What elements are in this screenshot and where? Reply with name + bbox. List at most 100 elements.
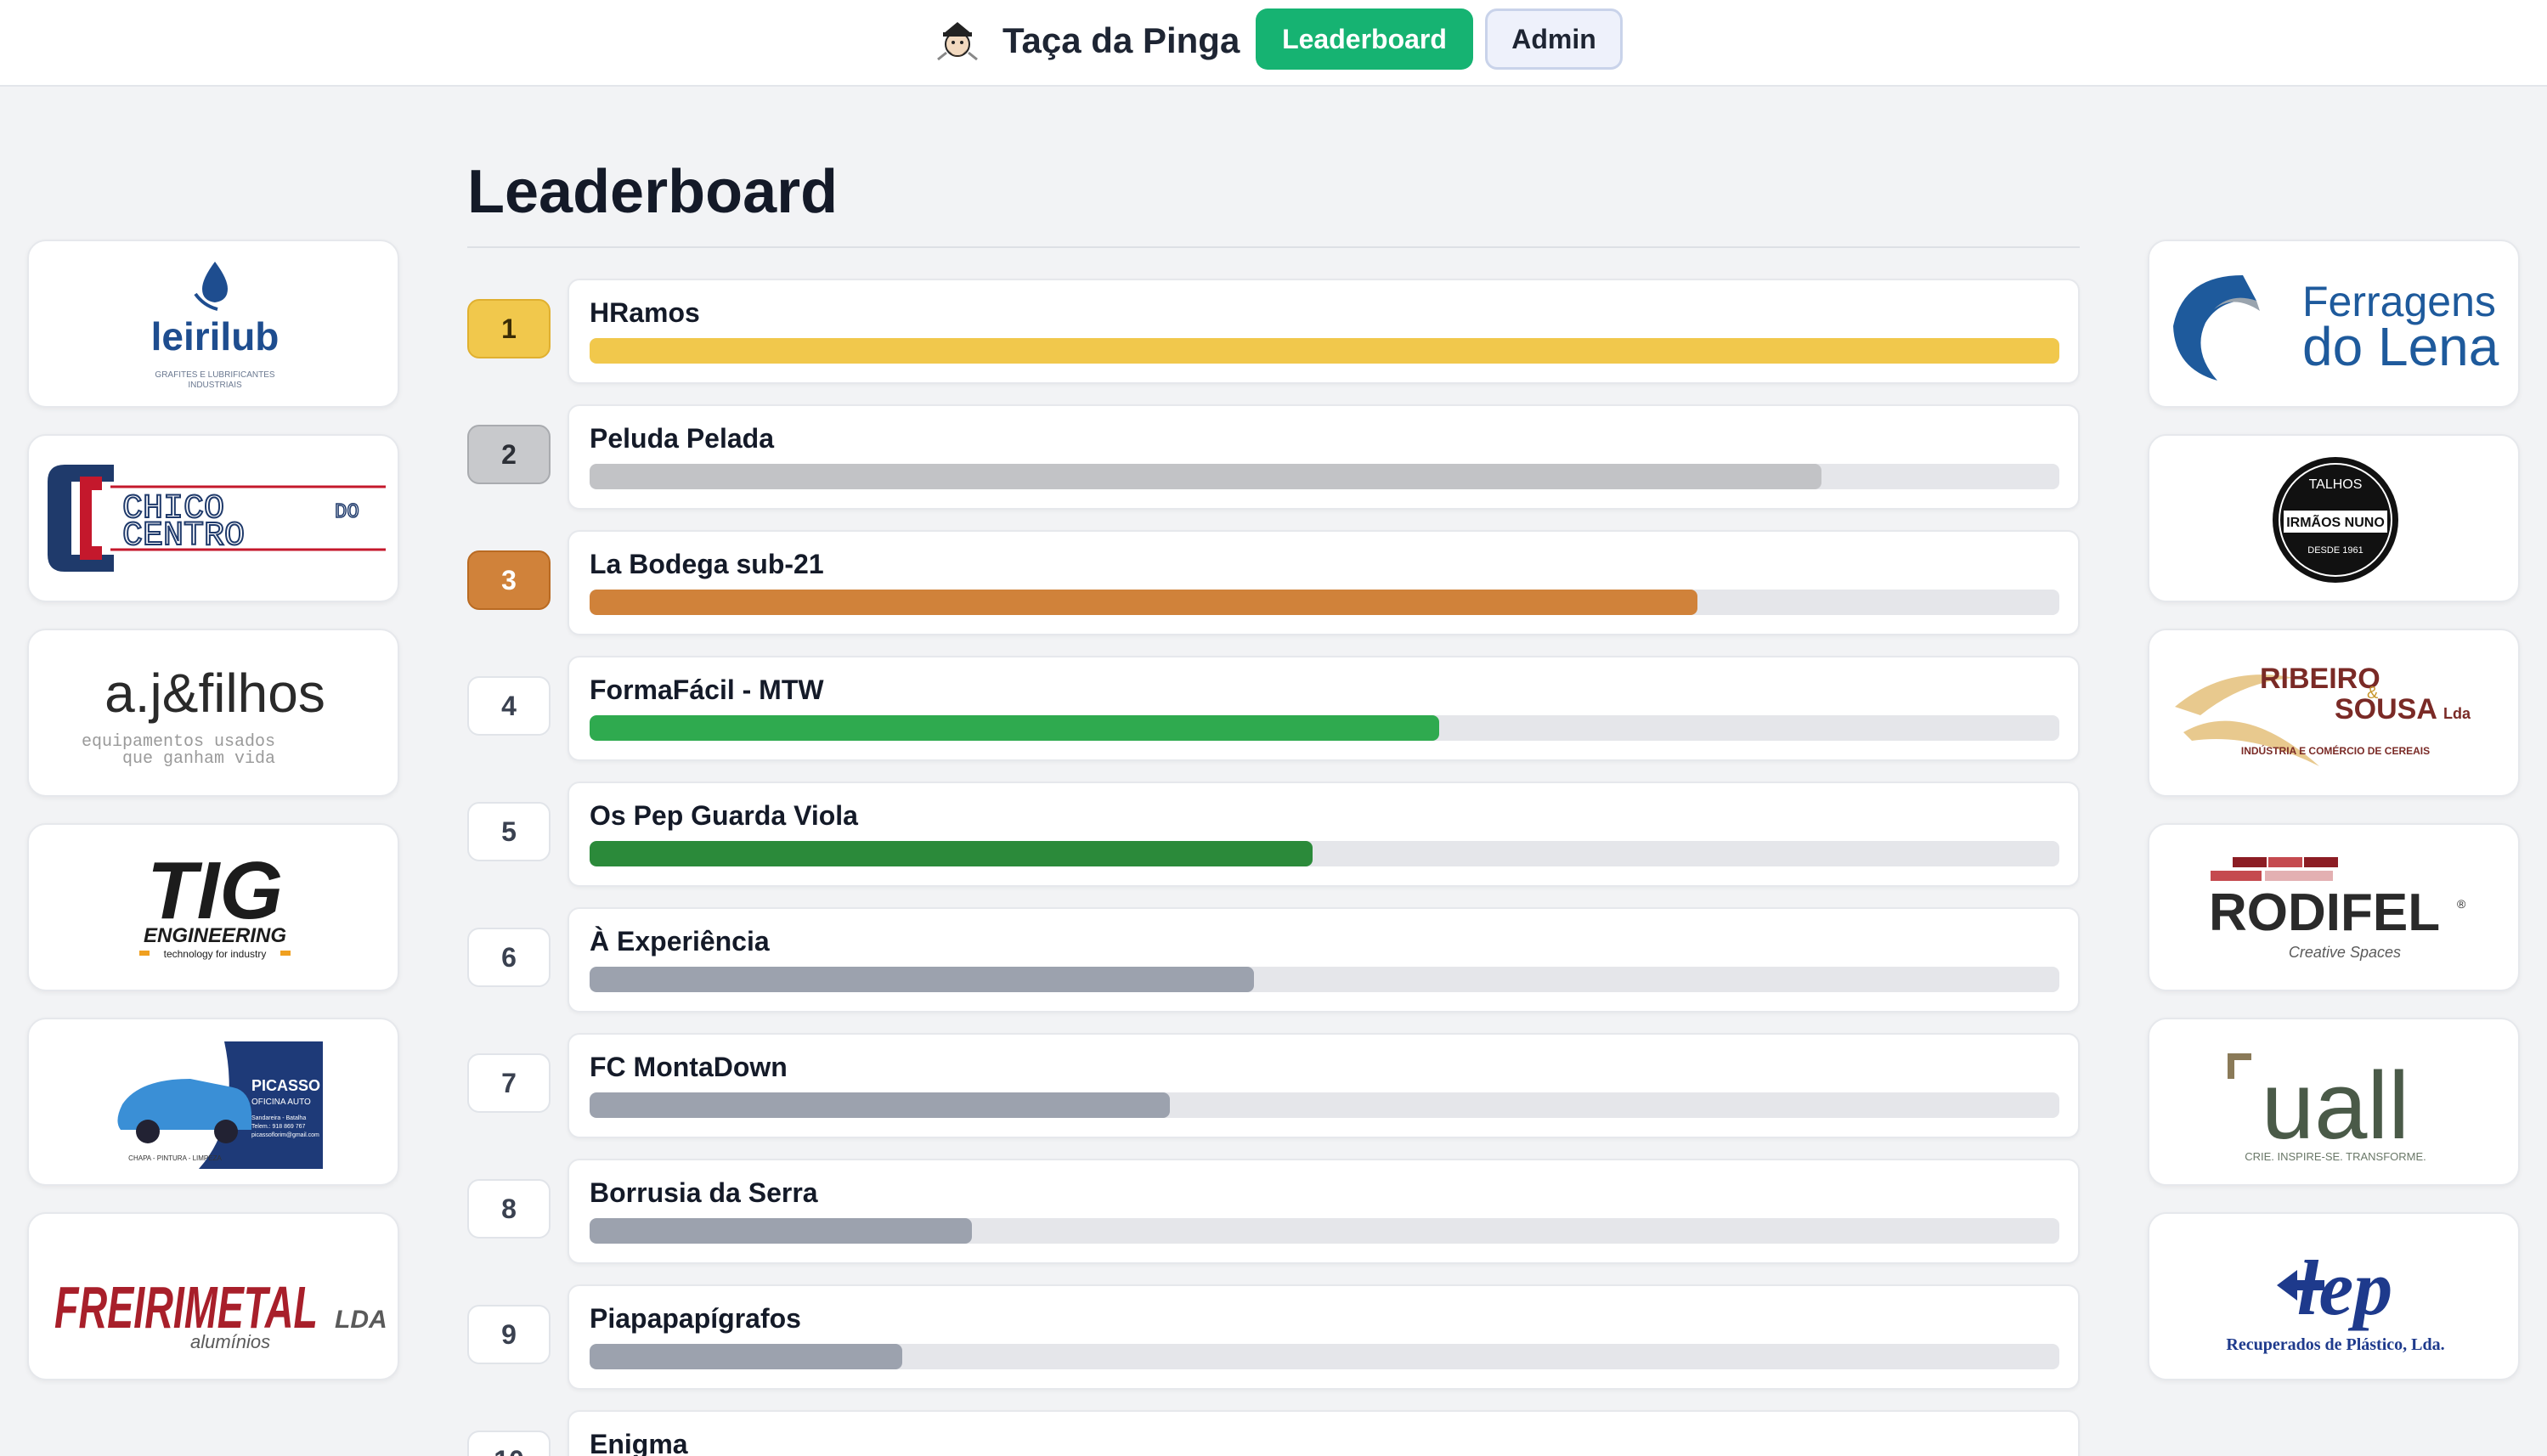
svg-text:PICASSO: PICASSO [251, 1077, 320, 1094]
progress-bar [590, 967, 1254, 992]
svg-text:RODIFEL: RODIFEL [2209, 883, 2440, 942]
rank-badge: 6 [467, 928, 551, 987]
ferragens-do-lena-logo: Ferragens do Lena [2173, 275, 2499, 381]
team-name: HRamos [590, 297, 700, 328]
sponsor-card-aj-filhos: a.j&filhos equipamentos usados que ganha… [27, 629, 399, 797]
nav-leaderboard-button[interactable]: Leaderboard [1256, 8, 1473, 70]
nav-admin-button[interactable]: Admin [1485, 8, 1623, 70]
svg-text:ENGINEERING: ENGINEERING [144, 924, 286, 947]
progress-track [590, 590, 2059, 615]
svg-text:CHAPA - PINTURA - LIMPEZA: CHAPA - PINTURA - LIMPEZA [128, 1154, 222, 1162]
svg-text:GRAFITES E LUBRIFICANTES: GRAFITES E LUBRIFICANTES [155, 370, 274, 380]
team-name: Piapapapígrafos [590, 1303, 801, 1334]
uall-logo: uall CRIE. INSPIRE-SE. TRANSFORME. [2228, 1052, 2426, 1163]
sponsor-card-freirimetal: FREIRIMETAL LDA alumínios [27, 1212, 399, 1380]
team-name: Peluda Pelada [590, 423, 774, 454]
sponsor-card-chico-do-centro: CHICO CENTRO DO [27, 434, 399, 602]
progress-bar [590, 715, 1439, 741]
ribeiro-sousa-logo: RIBEIRO & SOUSA Lda INDÚSTRIA E COMÉRCIO… [2175, 663, 2471, 766]
aj-filhos-logo: a.j&filhos equipamentos usados que ganha… [82, 663, 325, 769]
svg-text:picassoflorim@gmail.com: picassoflorim@gmail.com [251, 1132, 319, 1138]
page-title: Leaderboard [467, 158, 839, 226]
rank-badge: 5 [467, 802, 551, 861]
svg-text:TIG: TIG [147, 845, 283, 936]
progress-track [590, 715, 2059, 741]
progress-bar [590, 1092, 1171, 1118]
progress-track [590, 1344, 2059, 1369]
rodifel-logo: RODIFEL ® Creative Spaces [2209, 857, 2466, 961]
leaderboard-row: Borrusia da Serra [568, 1159, 2080, 1264]
svg-text:Creative Spaces: Creative Spaces [2289, 944, 2401, 961]
team-name: Os Pep Guarda Viola [590, 800, 858, 831]
svg-text:alumínios: alumínios [190, 1331, 270, 1352]
leaderboard-row: Peluda Pelada [568, 404, 2080, 510]
title-divider [467, 246, 2080, 248]
progress-track [590, 841, 2059, 866]
pirate-logo-icon [937, 22, 978, 61]
svg-text:TALHOS: TALHOS [2309, 477, 2363, 492]
svg-text:Lda: Lda [2443, 705, 2471, 722]
svg-text:RIBEIRO: RIBEIRO [2260, 663, 2380, 695]
svg-text:FREIRIMETAL: FREIRIMETAL [54, 1274, 318, 1340]
leaderboard-row: HRamos [568, 279, 2080, 384]
rank-badge: 3 [467, 550, 551, 610]
team-name: À Experiência [590, 926, 770, 957]
leaderboard-row: FormaFácil - MTW [568, 656, 2080, 761]
svg-text:CRIE. INSPIRE-SE. TRANSFORME.: CRIE. INSPIRE-SE. TRANSFORME. [2245, 1150, 2426, 1163]
progress-track [590, 1092, 2059, 1118]
progress-bar [590, 464, 1821, 489]
sponsor-card-rodifel: RODIFEL ® Creative Spaces [2148, 823, 2520, 991]
progress-bar [590, 338, 2059, 364]
team-name: La Bodega sub-21 [590, 549, 824, 579]
chico-do-centro-logo: CHICO CENTRO DO [48, 465, 386, 572]
progress-bar [590, 841, 1313, 866]
svg-text:que ganham vida: que ganham vida [122, 749, 275, 769]
top-bar: Taça da Pinga Leaderboard Admin [0, 0, 2547, 87]
team-name: FormaFácil - MTW [590, 674, 824, 705]
sponsor-card-picasso: PICASSO OFICINA AUTO Sandareira - Batalh… [27, 1018, 399, 1186]
svg-text:DESDE 1961: DESDE 1961 [2307, 545, 2363, 556]
team-name: Enigma [590, 1429, 688, 1456]
rank-badge: 1 [467, 299, 551, 358]
app-title: Taça da Pinga [1002, 20, 1240, 60]
svg-text:Sandareira - Batalha: Sandareira - Batalha [251, 1115, 306, 1121]
svg-text:uall: uall [2262, 1052, 2409, 1159]
progress-track [590, 1218, 2059, 1244]
sponsor-card-leirilub: leirilub GRAFITES E LUBRIFICANTES INDUST… [27, 240, 399, 408]
svg-text:technology for industry: technology for industry [164, 948, 267, 960]
sponsor-card-ribeiro-sousa: RIBEIRO & SOUSA Lda INDÚSTRIA E COMÉRCIO… [2148, 629, 2520, 797]
svg-text:IRMÃOS NUNO: IRMÃOS NUNO [2286, 513, 2385, 530]
picasso-oficina-auto-logo: PICASSO OFICINA AUTO Sandareira - Batalh… [117, 1041, 323, 1169]
tig-engineering-logo: TIG ENGINEERING technology for industry [139, 845, 291, 960]
svg-text:lep: lep [2297, 1244, 2392, 1331]
svg-text:Telem.: 918 869 767: Telem.: 918 869 767 [251, 1124, 306, 1130]
progress-bar [590, 1344, 903, 1369]
leaderboard-row: À Experiência [568, 907, 2080, 1013]
svg-text:do Lena: do Lena [2302, 316, 2499, 377]
sponsor-card-ferragens-do-lena: Ferragens do Lena [2148, 240, 2520, 408]
svg-text:LDA: LDA [335, 1306, 387, 1334]
team-name: FC MontaDown [590, 1052, 788, 1082]
sponsor-card-lep: lep Recuperados de Plástico, Lda. [2148, 1212, 2520, 1380]
progress-track [590, 464, 2059, 489]
lep-logo: lep Recuperados de Plástico, Lda. [2226, 1244, 2444, 1354]
svg-text:CENTRO: CENTRO [122, 517, 245, 556]
svg-text:®: ® [2457, 897, 2466, 911]
leaderboard-row: La Bodega sub-21 [568, 530, 2080, 635]
progress-bar [590, 590, 1698, 615]
sponsor-card-talhos-irmaos-nuno: TALHOS IRMÃOS NUNO DESDE 1961 [2148, 434, 2520, 602]
talhos-irmaos-nuno-logo: TALHOS IRMÃOS NUNO DESDE 1961 [2273, 457, 2398, 583]
sponsor-card-tig: TIG ENGINEERING technology for industry [27, 823, 399, 991]
team-name: Borrusia da Serra [590, 1177, 818, 1208]
sponsor-card-uall: uall CRIE. INSPIRE-SE. TRANSFORME. [2148, 1018, 2520, 1186]
svg-text:SOUSA: SOUSA [2335, 693, 2437, 725]
rank-badge: 2 [467, 425, 551, 484]
rank-badge: 4 [467, 676, 551, 736]
svg-text:leirilub: leirilub [151, 314, 280, 358]
leaderboard-row: Piapapapígrafos [568, 1284, 2080, 1390]
progress-track [590, 967, 2059, 992]
svg-text:OFICINA AUTO: OFICINA AUTO [251, 1098, 311, 1107]
svg-text:INDÚSTRIA E COMÉRCIO DE CEREAI: INDÚSTRIA E COMÉRCIO DE CEREAIS [2241, 744, 2430, 757]
svg-text:Recuperados de Plástico, Lda.: Recuperados de Plástico, Lda. [2226, 1335, 2444, 1354]
progress-track [590, 338, 2059, 364]
